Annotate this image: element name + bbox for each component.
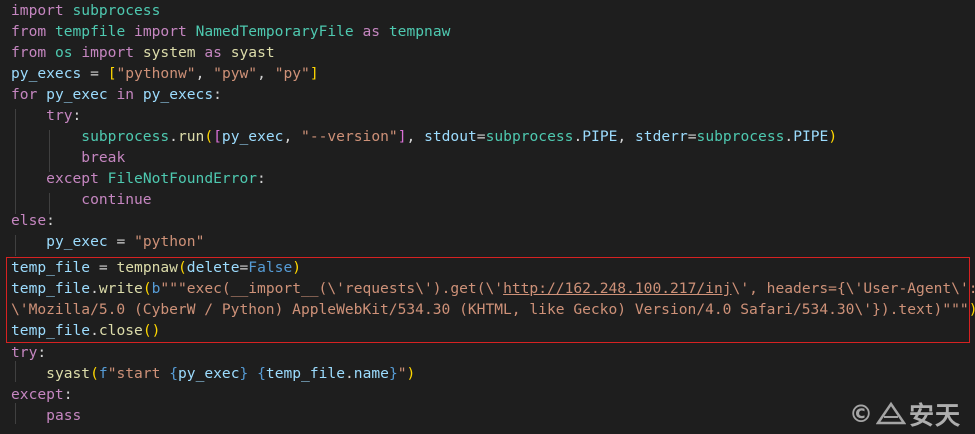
code-line-4[interactable]: py_execs = ["pythonw", "pyw", "py"] — [11, 63, 319, 84]
code-line-6[interactable]: try: — [11, 105, 81, 126]
code-line-3[interactable]: from os import system as syast — [11, 42, 275, 63]
code-line-18[interactable]: syast(f"start {py_exec} {temp_file.name}… — [11, 363, 415, 384]
code-line-12[interactable]: py_exec = "python" — [11, 231, 204, 252]
code-line-11[interactable]: else: — [11, 210, 55, 231]
code-line-19[interactable]: except: — [11, 384, 73, 405]
code-editor: import subprocess from tempfile import N… — [0, 0, 975, 434]
code-line-9[interactable]: except FileNotFoundError: — [11, 168, 266, 189]
code-line-5[interactable]: for py_exec in py_execs: — [11, 84, 222, 105]
code-line-20[interactable]: pass — [11, 405, 81, 426]
highlight-box — [6, 257, 970, 343]
watermark-logo: © 安天 — [848, 400, 961, 430]
copyright-icon: © — [848, 400, 873, 428]
code-line-8[interactable]: break — [11, 147, 125, 168]
code-line-7[interactable]: subprocess.run([py_exec, "--version"], s… — [11, 126, 837, 147]
antiy-logo-icon — [875, 401, 906, 425]
watermark-text: 安天 — [908, 401, 961, 430]
code-line-1[interactable]: import subprocess — [11, 0, 160, 21]
code-line-17[interactable]: try: — [11, 342, 46, 363]
code-line-2[interactable]: from tempfile import NamedTemporaryFile … — [11, 21, 450, 42]
code-line-10[interactable]: continue — [11, 189, 151, 210]
